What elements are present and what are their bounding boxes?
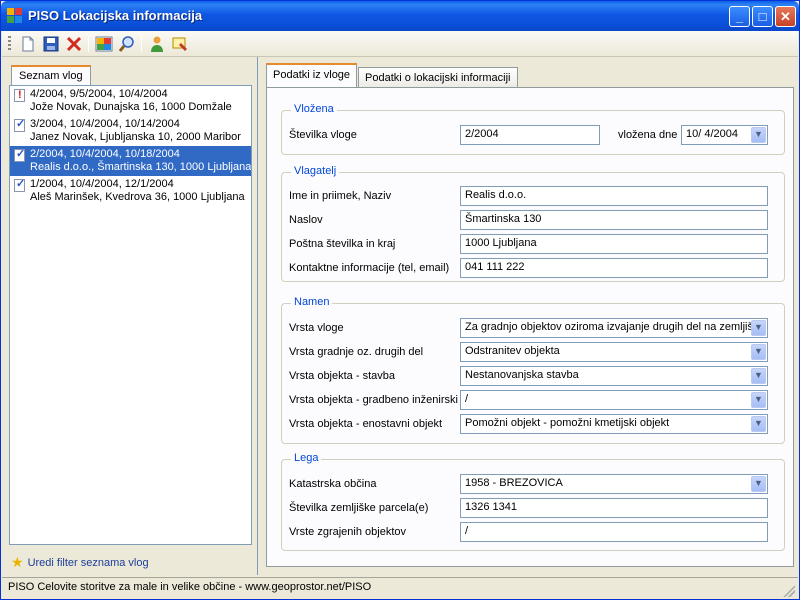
chevron-down-icon[interactable]: ▼ (751, 416, 766, 432)
label-kontakt: Kontaktne informacije (tel, email) (289, 262, 450, 274)
group-title: Vložena (291, 103, 337, 115)
record-line2: Janez Novak, Ljubljanska 10, 2000 Maribo… (30, 131, 241, 143)
label-vrsta-gradnje: Vrsta gradnje oz. drugih del (289, 346, 424, 358)
maximize-button[interactable]: □ (752, 6, 773, 27)
record-line2: Jože Novak, Dunajska 16, 1000 Domžale (30, 101, 232, 113)
toolbar-separator (88, 36, 89, 52)
list-item-selected[interactable]: 2/2004, 10/4/2004, 10/18/2004 Realis d.o… (10, 146, 251, 176)
chevron-down-icon[interactable]: ▼ (751, 127, 766, 143)
naslov-field[interactable]: Šmartinska 130 (460, 210, 768, 230)
group-vlozena: Vložena Številka vloge 2/2004 vložena dn… (281, 103, 785, 155)
obcina-select[interactable]: 1958 - BREZOVICA ▼ (460, 474, 768, 494)
group-vlagatelj: Vlagatelj Ime in priimek, Naziv Realis d… (281, 165, 785, 282)
label-posta: Poštna številka in kraj (289, 238, 396, 250)
record-line1: 1/2004, 10/4/2004, 12/1/2004 (30, 178, 174, 190)
record-line1: 2/2004, 10/4/2004, 10/18/2004 (30, 148, 180, 160)
vrsta-gradnje-select[interactable]: Odstranitev objekta ▼ (460, 342, 768, 362)
vlozena-dne-datepicker[interactable]: 10/ 4/2004 ▼ (681, 125, 768, 145)
chevron-down-icon[interactable]: ▼ (751, 476, 766, 492)
enostavni-select[interactable]: Pomožni objekt - pomožni kmetijski objek… (460, 414, 768, 434)
chevron-down-icon[interactable]: ▼ (751, 368, 766, 384)
obcina-value: 1958 - BREZOVICA (465, 477, 563, 489)
label-vlozena-dne: vložena dne (618, 129, 678, 141)
tab-podatki-o-lokacijski-informaciji[interactable]: Podatki o lokacijski informaciji (358, 67, 518, 87)
minimize-button[interactable]: _ (729, 6, 750, 27)
posta-field[interactable]: 1000 Ljubljana (460, 234, 768, 254)
records-list[interactable]: 4/2004, 9/5/2004, 10/4/2004 Jože Novak, … (9, 85, 252, 545)
group-title: Namen (291, 296, 333, 308)
new-document-icon[interactable] (19, 35, 37, 53)
edit-filter-label: Uredi filter seznama vlog (27, 557, 149, 569)
toolbar (2, 31, 798, 57)
group-title: Lega (291, 452, 322, 464)
stavba-value: Nestanovanjska stavba (465, 369, 579, 381)
save-icon[interactable] (42, 35, 60, 53)
group-title: Vlagatelj (291, 165, 340, 177)
title-bar[interactable]: PISO Lokacijska informacija _ □ ✕ (1, 1, 799, 31)
vrsta-vloge-select[interactable]: Za gradnjo objektov oziroma izvajanje dr… (460, 318, 768, 338)
list-item[interactable]: 4/2004, 9/5/2004, 10/4/2004 Jože Novak, … (10, 86, 251, 116)
vrsta-gradnje-value: Odstranitev objekta (465, 345, 560, 357)
group-lega: Lega Katastrska občina 1958 - BREZOVICA … (281, 452, 785, 551)
label-naslov: Naslov (289, 214, 323, 226)
star-icon: ★ (11, 554, 24, 570)
stavba-select[interactable]: Nestanovanjska stavba ▼ (460, 366, 768, 386)
tab-podatki-iz-vloge[interactable]: Podatki iz vloge (266, 63, 358, 87)
toolbar-grip[interactable] (8, 36, 11, 52)
label-inzenirski: Vrsta objekta - gradbeno inženirski (289, 394, 458, 406)
chevron-down-icon[interactable]: ▼ (751, 392, 766, 408)
zgrajeni-field[interactable]: / (460, 522, 768, 542)
label-stavba: Vrsta objekta - stavba (289, 370, 395, 382)
inzenirski-value: / (465, 393, 469, 405)
ime-field[interactable]: Realis d.o.o. (460, 186, 768, 206)
alert-document-icon (14, 89, 25, 102)
parcela-field[interactable]: 1326 1341 (460, 498, 768, 518)
label-obcina: Katastrska občina (289, 478, 377, 490)
chevron-down-icon[interactable]: ▼ (751, 320, 766, 336)
list-item[interactable]: 3/2004, 10/4/2004, 10/14/2004 Janez Nova… (10, 116, 251, 146)
tab-content: Vložena Številka vloge 2/2004 vložena dn… (266, 87, 794, 567)
label-vrsta-vloge: Vrsta vloge (289, 322, 344, 334)
stamp-icon[interactable] (171, 35, 189, 53)
map-icon[interactable] (95, 35, 113, 53)
label-stevilka-vloge: Številka vloge (289, 129, 357, 141)
edit-filter-link[interactable]: ★ Uredi filter seznama vlog (11, 553, 149, 570)
checked-document-icon (14, 118, 25, 132)
record-line1: 3/2004, 10/4/2004, 10/14/2004 (30, 118, 180, 130)
app-icon (7, 8, 22, 23)
delete-icon[interactable] (65, 35, 83, 53)
list-item[interactable]: 1/2004, 10/4/2004, 12/1/2004 Aleš Marinš… (10, 176, 251, 206)
label-ime: Ime in priimek, Naziv (289, 190, 392, 202)
records-panel: Seznam vlog 4/2004, 9/5/2004, 10/4/2004 … (9, 65, 252, 545)
label-enostavni: Vrsta objekta - enostavni objekt (289, 418, 443, 430)
user-icon[interactable] (148, 35, 166, 53)
vrsta-vloge-value: Za gradnjo objektov oziroma izvajanje dr… (465, 321, 761, 333)
record-line1: 4/2004, 9/5/2004, 10/4/2004 (30, 88, 168, 100)
tab-seznam-vlog[interactable]: Seznam vlog (11, 65, 91, 85)
status-text: PISO Celovite storitve za male in velike… (8, 581, 372, 593)
enostavni-value: Pomožni objekt - pomožni kmetijski objek… (465, 417, 670, 429)
checked-document-icon (14, 178, 25, 192)
label-parcela: Številka zemljiške parcela(e) (289, 502, 429, 514)
app-window: PISO Lokacijska informacija _ □ ✕ Seznam… (0, 0, 800, 600)
record-line2: Realis d.o.o., Šmartinska 130, 1000 Ljub… (30, 161, 251, 173)
close-button[interactable]: ✕ (775, 6, 796, 27)
inzenirski-select[interactable]: / ▼ (460, 390, 768, 410)
details-panel: Podatki iz vloge Podatki o lokacijski in… (257, 57, 799, 575)
label-zgrajeni: Vrste zgrajenih objektov (289, 526, 406, 538)
record-line2: Aleš Marinšek, Kvedrova 36, 1000 Ljublja… (30, 191, 245, 203)
group-namen: Namen Vrsta vloge Za gradnjo objektov oz… (281, 296, 785, 444)
chevron-down-icon[interactable]: ▼ (751, 344, 766, 360)
stevilka-vloge-field[interactable]: 2/2004 (460, 125, 600, 145)
resize-grip[interactable] (783, 585, 795, 597)
vlozena-dne-value: 10/ 4/2004 (686, 128, 738, 140)
toolbar-separator (141, 36, 142, 52)
kontakt-field[interactable]: 041 111 222 (460, 258, 768, 278)
checked-document-icon (14, 148, 25, 162)
status-bar: PISO Celovite storitve za male in velike… (2, 577, 798, 599)
search-icon[interactable] (118, 35, 136, 53)
window-title: PISO Lokacijska informacija (28, 8, 203, 23)
